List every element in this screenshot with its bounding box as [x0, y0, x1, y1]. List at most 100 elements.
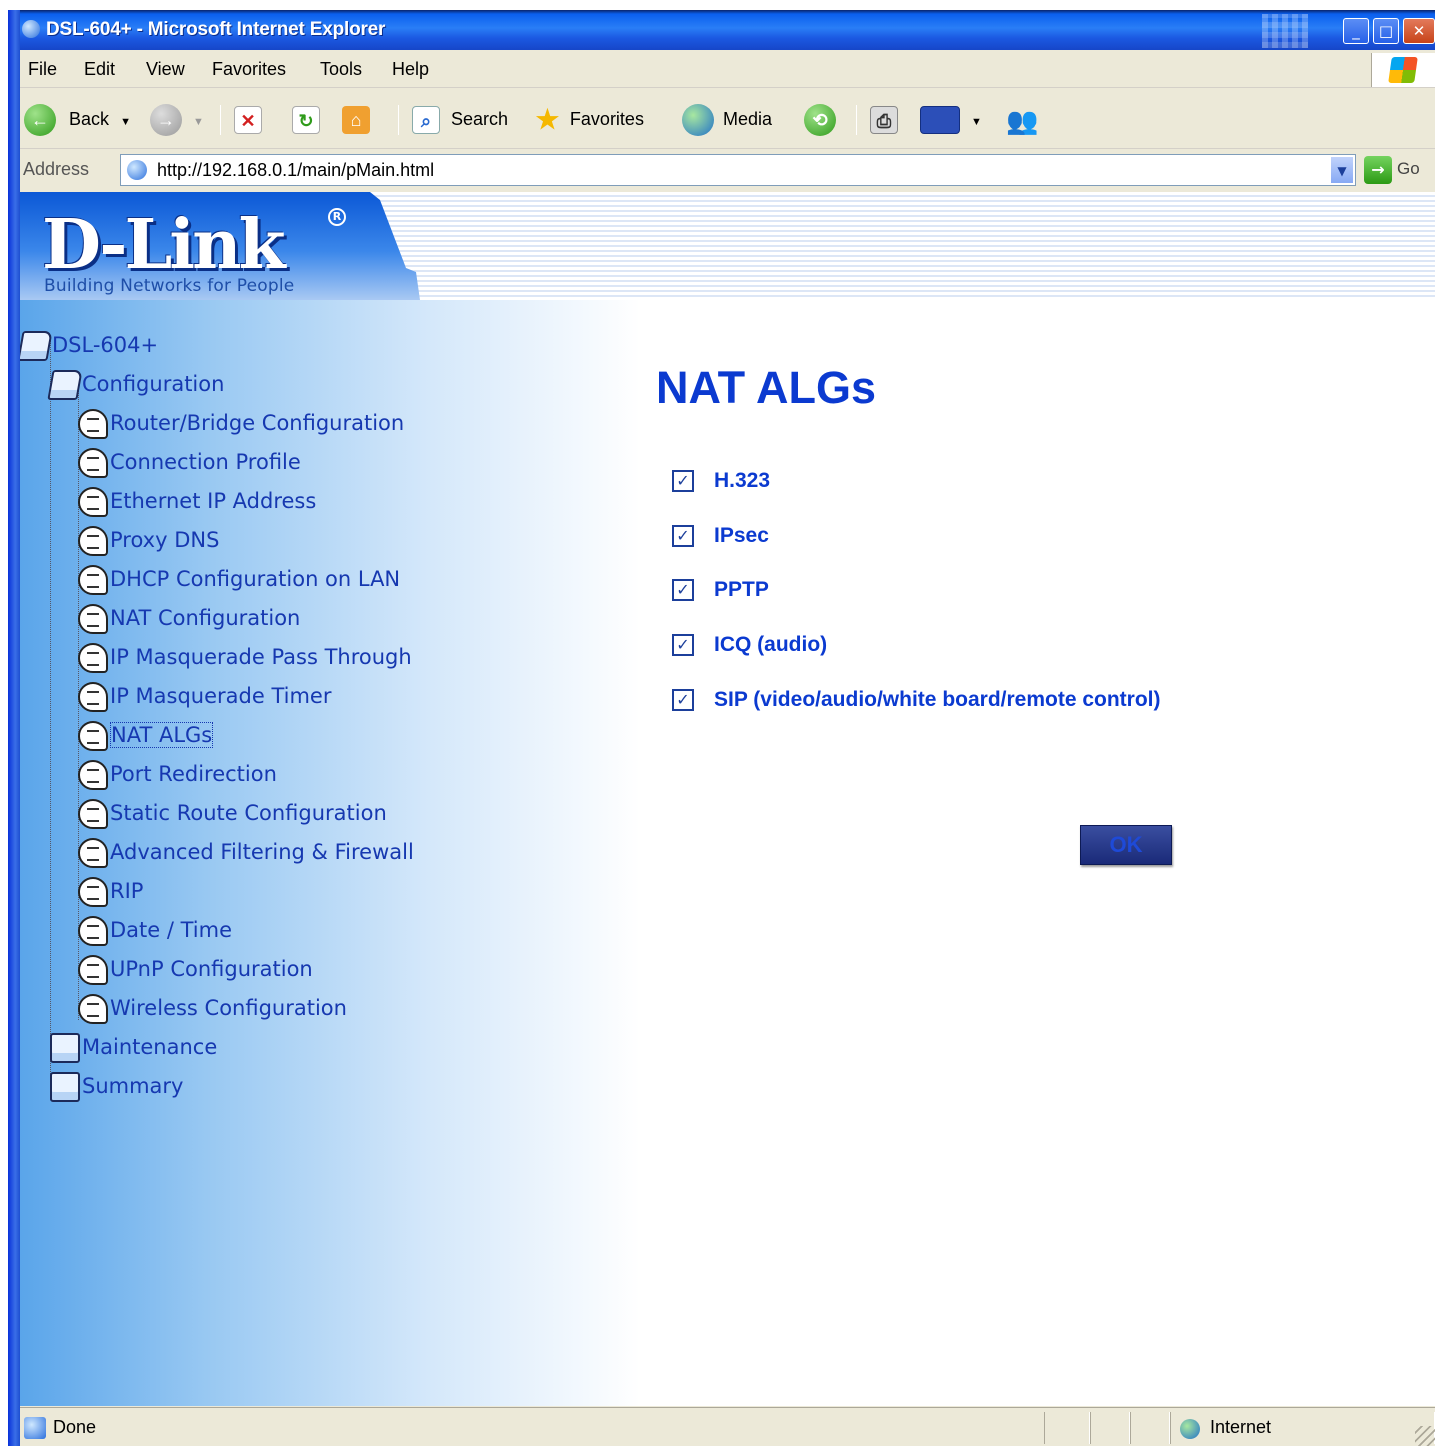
tree-item-label: Wireless Configuration	[110, 996, 347, 1020]
back-label: Back	[69, 109, 110, 129]
menu-edit[interactable]: Edit	[84, 59, 115, 80]
forward-button[interactable]: → ▼	[150, 102, 204, 137]
internet-zone-icon	[1180, 1419, 1200, 1439]
tree-item-ip-masquerade-timer[interactable]: IP Masquerade Timer	[78, 679, 331, 713]
address-bar: Address http://192.168.0.1/main/pMain.ht…	[20, 150, 1435, 190]
brand-tagline: Building Networks for People	[44, 276, 295, 296]
messenger-button[interactable]: 👥	[1006, 102, 1038, 136]
tree-item-ip-masquerade-pass[interactable]: IP Masquerade Pass Through	[78, 640, 412, 674]
stop-icon: ✕	[234, 106, 262, 135]
go-button[interactable]: Go	[1397, 159, 1420, 179]
pptp-label: PPTP	[714, 578, 769, 601]
refresh-button[interactable]: ↻	[292, 102, 320, 136]
tree-item-nat-configuration[interactable]: NAT Configuration	[78, 601, 300, 635]
print-button[interactable]: ⎙	[870, 102, 898, 136]
folder-closed-icon	[50, 1072, 80, 1102]
home-button[interactable]: ⌂	[342, 102, 370, 136]
sip-checkbox[interactable]: ✓	[672, 689, 694, 711]
search-button[interactable]: ⌕ Search	[412, 102, 508, 136]
tree-item-label: Static Route Configuration	[110, 801, 387, 825]
page-icon	[78, 994, 108, 1024]
tree-item-label: UPnP Configuration	[110, 957, 313, 981]
edit-page-icon	[920, 106, 960, 135]
tree-item-router-bridge[interactable]: Router/Bridge Configuration	[78, 406, 404, 440]
tree-configuration[interactable]: Configuration	[47, 367, 224, 401]
go-arrow-icon[interactable]: →	[1364, 156, 1392, 184]
tree-item-upnp[interactable]: UPnP Configuration	[78, 952, 313, 986]
registered-mark: R	[328, 208, 346, 226]
h323-label: H.323	[714, 469, 771, 492]
toolbar: ← Back ▼ → ▼ ✕ ↻ ⌂ ⌕ Search ★ Favorites …	[20, 89, 1435, 149]
tree-item-proxy-dns[interactable]: Proxy DNS	[78, 523, 219, 557]
tree-item-dhcp[interactable]: DHCP Configuration on LAN	[78, 562, 400, 596]
favorites-button[interactable]: ★ Favorites	[534, 102, 644, 136]
zone-text: Internet	[1210, 1417, 1272, 1437]
page-icon	[78, 643, 108, 673]
close-button[interactable]: ✕	[1403, 18, 1435, 44]
tree-item-label: Port Redirection	[110, 762, 277, 786]
tree-item-label: DHCP Configuration on LAN	[110, 567, 401, 591]
h323-checkbox[interactable]: ✓	[672, 470, 694, 492]
toolbar-separator	[856, 105, 857, 135]
chevron-down-icon: ▼	[971, 116, 982, 128]
stop-button[interactable]: ✕	[234, 102, 262, 136]
ok-button[interactable]: OK	[1080, 825, 1172, 865]
tree-root[interactable]: DSL-604+	[20, 328, 158, 362]
banner: D-Link R Building Networks for People	[20, 192, 1435, 300]
folder-open-icon	[20, 331, 53, 361]
menu-help[interactable]: Help	[392, 59, 429, 80]
status-cell	[1130, 1412, 1170, 1444]
chevron-down-icon: ▼	[120, 116, 131, 128]
ipsec-checkbox[interactable]: ✓	[672, 525, 694, 547]
tree-item-label: Ethernet IP Address	[110, 489, 317, 513]
tree-item-connection-profile[interactable]: Connection Profile	[78, 445, 301, 479]
ipsec-label: IPsec	[714, 524, 769, 547]
tree-item-label: IP Masquerade Timer	[110, 684, 332, 708]
tree-summary-label: Summary	[82, 1074, 184, 1098]
xp-logo-tiles	[1262, 14, 1308, 48]
tree-item-rip[interactable]: RIP	[78, 874, 143, 908]
tree-item-nat-algs[interactable]: NAT ALGs	[78, 718, 214, 752]
history-button[interactable]: ⟲	[804, 102, 836, 137]
windows-logo	[1371, 53, 1435, 87]
chevron-down-icon[interactable]: ▼	[1330, 156, 1354, 184]
tree-item-advanced-filtering[interactable]: Advanced Filtering & Firewall	[78, 835, 414, 869]
menu-favorites[interactable]: Favorites	[212, 59, 286, 80]
ie-icon	[22, 20, 40, 38]
tree-item-label: Proxy DNS	[110, 528, 220, 552]
back-button[interactable]: ← Back ▼	[24, 102, 131, 137]
address-input[interactable]: http://192.168.0.1/main/pMain.html ▼	[120, 154, 1356, 186]
tree-item-static-route[interactable]: Static Route Configuration	[78, 796, 387, 830]
tree-item-ethernet-ip[interactable]: Ethernet IP Address	[78, 484, 316, 518]
tree-summary[interactable]: Summary	[50, 1069, 183, 1103]
tree-item-label: IP Masquerade Pass Through	[110, 645, 412, 669]
printer-icon: ⎙	[870, 106, 898, 135]
tree-maintenance[interactable]: Maintenance	[50, 1030, 217, 1064]
menu-tools[interactable]: Tools	[320, 59, 362, 80]
tree-maintenance-label: Maintenance	[82, 1035, 218, 1059]
edit-button[interactable]: ▼	[920, 102, 982, 136]
tree-item-label: NAT ALGs	[110, 722, 214, 748]
pptp-checkbox[interactable]: ✓	[672, 579, 694, 601]
menu-view[interactable]: View	[146, 59, 185, 80]
minimize-button[interactable]: _	[1343, 18, 1369, 44]
tree-item-date-time[interactable]: Date / Time	[78, 913, 232, 947]
page-icon	[78, 604, 108, 634]
tree-item-wireless[interactable]: Wireless Configuration	[78, 991, 347, 1025]
media-button[interactable]: Media	[682, 102, 772, 137]
page-icon	[78, 799, 108, 829]
menu-file[interactable]: File	[28, 59, 57, 80]
favorites-label: Favorites	[569, 109, 644, 129]
window-title: DSL-604+ - Microsoft Internet Explorer	[46, 19, 386, 40]
maximize-button[interactable]: □	[1373, 18, 1399, 44]
tree-item-label: Router/Bridge Configuration	[110, 411, 405, 435]
address-url[interactable]: http://192.168.0.1/main/pMain.html	[157, 160, 434, 181]
resize-grip[interactable]	[1415, 1426, 1435, 1446]
icq-checkbox[interactable]: ✓	[672, 634, 694, 656]
toolbar-separator	[220, 105, 221, 135]
page-icon	[78, 409, 108, 439]
tree-item-port-redirection[interactable]: Port Redirection	[78, 757, 277, 791]
refresh-icon: ↻	[292, 106, 320, 135]
status-cell	[1090, 1412, 1130, 1444]
page-icon	[78, 448, 108, 478]
